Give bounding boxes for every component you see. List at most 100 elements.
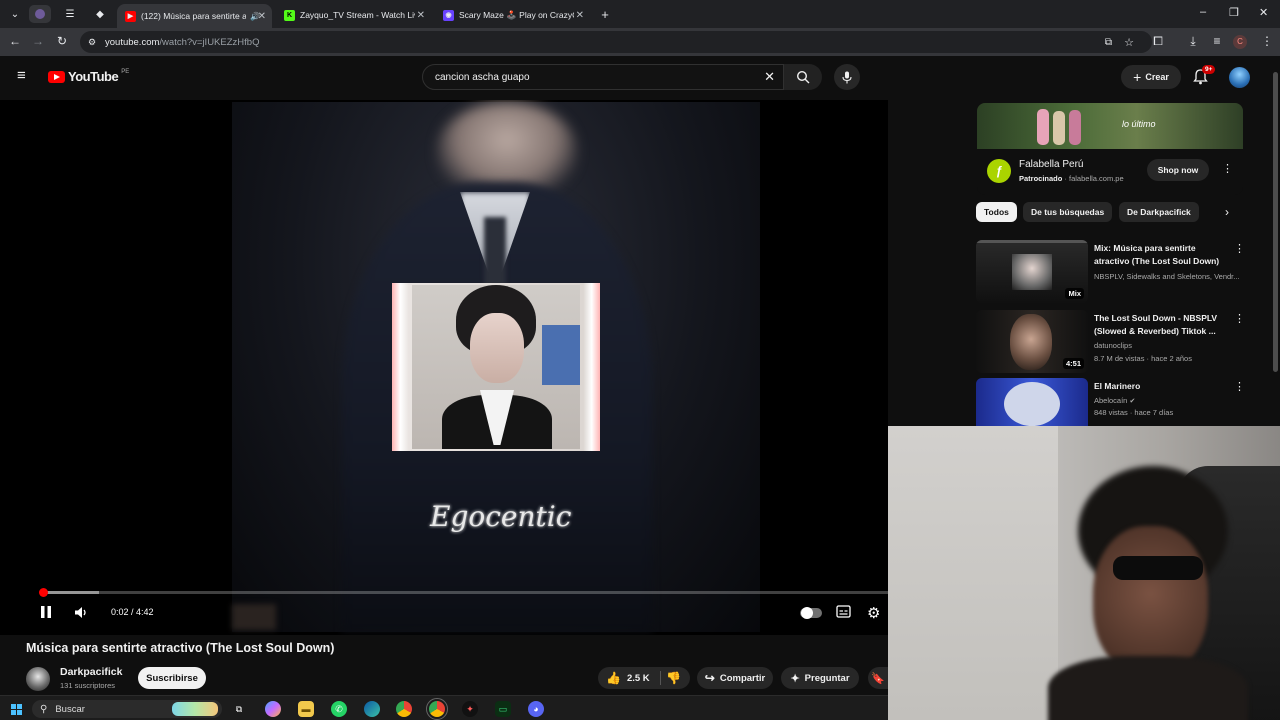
pinned-tab-2[interactable]: ☰ <box>59 5 81 23</box>
recommendation-channel: datunoclips <box>1094 341 1132 350</box>
forward-button[interactable]: → <box>30 34 46 48</box>
sponsored-ad-card[interactable]: lo último ƒ Falabella Perú Patrocinado ·… <box>977 103 1243 195</box>
youtube-logo[interactable]: YouTube PE <box>48 69 129 84</box>
volume-button[interactable] <box>74 606 88 622</box>
pinned-tab-1[interactable] <box>29 5 51 23</box>
time-display: 0:02 / 4:42 <box>111 607 154 617</box>
ask-button[interactable]: ✦ Preguntar <box>781 667 859 689</box>
dislike-icon[interactable]: 👎 <box>666 671 681 685</box>
close-tab-icon[interactable]: ✕ <box>576 10 584 21</box>
video-player[interactable]: Egocentic 0:02 / 4:42 ⚙ <box>0 100 888 635</box>
subtitles-button[interactable] <box>836 605 851 621</box>
channel-avatar[interactable] <box>26 667 50 691</box>
video-frame: Egocentic <box>232 102 760 632</box>
webcam-wall <box>888 426 1058 720</box>
close-window-button[interactable]: ✕ <box>1259 6 1268 19</box>
recommendation-title[interactable]: El Marinero <box>1094 380 1222 393</box>
tab-search-dropdown-icon[interactable]: ⌄ <box>4 5 26 23</box>
recommendation-title[interactable]: Mix: Música para sentirte atractivo (The… <box>1094 242 1222 268</box>
channel-name[interactable]: Darkpacifick <box>60 666 122 678</box>
tab-title: Scary Maze 🕹️ Play on CrazyGames <box>459 9 574 20</box>
close-tab-icon[interactable]: ✕ <box>258 11 266 22</box>
clear-search-icon[interactable]: ✕ <box>764 69 775 85</box>
more-options-icon[interactable]: ⋮ <box>1234 380 1245 393</box>
copilot-icon[interactable] <box>265 701 281 717</box>
reload-button[interactable]: ↻ <box>54 34 70 48</box>
windows-start-icon[interactable] <box>8 701 24 717</box>
site-info-icon[interactable]: ⚙ <box>88 37 96 48</box>
recommendation-item[interactable]: Mix Mix: Música para sentirte atractivo … <box>976 240 1246 304</box>
file-explorer-icon[interactable]: ▬ <box>298 701 314 717</box>
autoplay-toggle[interactable] <box>800 606 822 620</box>
portrait-background-poster <box>542 325 580 385</box>
close-tab-icon[interactable]: ✕ <box>417 10 425 21</box>
maximize-button[interactable]: ❐ <box>1229 6 1239 19</box>
app-icon[interactable]: ✦ <box>462 701 478 717</box>
like-icon[interactable]: 👍 <box>606 671 621 685</box>
address-bar[interactable]: ⚙ youtube.com/watch?v=jIUKEZzHfbQ ⧉ ☆ <box>80 31 1152 53</box>
discord-icon[interactable]: ◕ <box>528 701 544 717</box>
hamburger-menu-icon[interactable]: ≡ <box>17 67 26 84</box>
shop-now-button[interactable]: Shop now <box>1147 159 1209 181</box>
browser-menu-icon[interactable]: ⋮ <box>1259 34 1275 48</box>
search-button[interactable] <box>784 64 822 90</box>
extensions-icon[interactable]: ⧠ <box>1150 34 1166 49</box>
recommendation-thumbnail[interactable]: 4:51 <box>976 310 1088 373</box>
page-scrollbar[interactable] <box>1270 56 1280 426</box>
chip-from-channel[interactable]: De Darkpacifick <box>1119 202 1199 222</box>
edge-icon[interactable] <box>364 701 380 717</box>
scrubber-handle[interactable] <box>38 588 48 597</box>
search-input[interactable]: cancion ascha guapo ✕ <box>422 64 784 90</box>
subscribe-button[interactable]: Suscribirse <box>138 667 206 689</box>
chrome-active-icon[interactable] <box>426 698 448 720</box>
ad-banner-image[interactable]: lo último <box>977 103 1243 149</box>
recommendation-item[interactable]: 4:51 The Lost Soul Down - NBSPLV (Slowed… <box>976 310 1246 374</box>
voice-search-button[interactable] <box>834 64 860 90</box>
recommendation-title[interactable]: The Lost Soul Down - NBSPLV (Slowed & Re… <box>1094 312 1222 338</box>
profile-avatar[interactable]: C <box>1233 35 1247 49</box>
volume-icon <box>75 607 86 618</box>
tab-zayquo[interactable]: K Zayquo_TV Stream - Watch Live ✕ <box>276 4 431 26</box>
notifications-button[interactable]: 9+ <box>1193 65 1216 90</box>
share-icon: ↪ <box>704 671 715 685</box>
tab-scary-maze[interactable]: ◉ Scary Maze 🕹️ Play on CrazyGames ✕ <box>435 4 590 26</box>
ad-menu-icon[interactable]: ⋮ <box>1222 162 1233 175</box>
taskbar-search-box[interactable]: ⚲ Buscar <box>32 700 222 718</box>
save-button[interactable]: 🔖 <box>868 667 888 689</box>
webcam-shoulders <box>1048 656 1248 720</box>
more-options-icon[interactable]: ⋮ <box>1234 312 1245 325</box>
stack-icon: ☰ <box>65 8 75 20</box>
recommendation-thumbnail[interactable]: Mix <box>976 240 1088 303</box>
search-highlight-image <box>172 702 218 716</box>
like-count[interactable]: 2.5 K <box>627 673 650 684</box>
minimize-button[interactable]: – <box>1200 6 1206 18</box>
chevron-right-icon[interactable]: › <box>1225 205 1229 219</box>
task-view-icon[interactable]: ⧉ <box>231 701 247 717</box>
tab-youtube[interactable]: ▶ (122) Música para sentirte atractivo 🔊… <box>117 4 272 28</box>
install-app-icon[interactable]: ⧉ <box>1105 37 1112 48</box>
download-icon[interactable]: ⤓ <box>1185 34 1201 49</box>
chrome-icon[interactable] <box>396 701 412 717</box>
reading-list-icon[interactable]: ≡ <box>1209 34 1225 48</box>
verified-icon: ✔ <box>1129 398 1136 405</box>
more-options-icon[interactable]: ⋮ <box>1234 242 1245 255</box>
terminal-icon[interactable]: ▭ <box>495 701 511 717</box>
chip-from-searches[interactable]: De tus búsquedas <box>1023 202 1113 222</box>
pinned-tab-3[interactable]: ◆ <box>89 5 111 23</box>
portrait-frame <box>392 283 600 451</box>
bookmark-star-icon[interactable]: ☆ <box>1124 36 1134 49</box>
back-button[interactable]: ← <box>7 34 23 48</box>
create-button[interactable]: + Crear <box>1121 65 1181 89</box>
chip-all[interactable]: Todos <box>976 202 1017 222</box>
portrait-image <box>412 285 580 449</box>
scrollbar-thumb[interactable] <box>1273 72 1278 372</box>
mix-thumbnail-art <box>1012 254 1052 290</box>
ad-figure <box>1037 109 1049 145</box>
share-button[interactable]: ↪ Compartir <box>697 667 773 689</box>
settings-gear-icon[interactable]: ⚙ <box>867 604 880 622</box>
new-tab-button[interactable]: + <box>594 5 616 23</box>
progress-bar[interactable] <box>38 588 888 597</box>
pause-button[interactable] <box>40 605 52 622</box>
account-avatar[interactable] <box>1229 67 1250 88</box>
whatsapp-icon[interactable]: ✆ <box>331 701 347 717</box>
